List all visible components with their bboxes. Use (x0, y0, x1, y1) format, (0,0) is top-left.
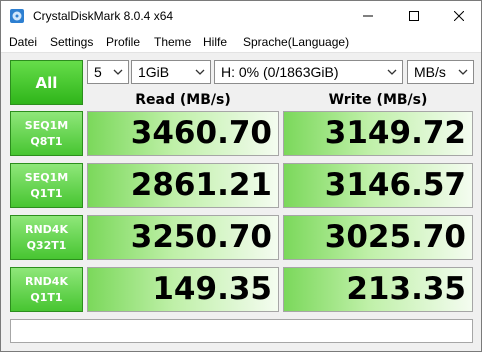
read-result-cell: 3250.70 (87, 215, 279, 260)
menu-bar: Datei Settings Profile Theme Hilfe Sprac… (1, 31, 481, 53)
read-result-cell: 149.35 (87, 267, 279, 312)
chevron-down-icon (195, 69, 205, 75)
write-result-value: 3149.72 (324, 115, 466, 151)
test-name: SEQ1M (24, 118, 69, 132)
menu-theme[interactable]: Theme (154, 35, 191, 49)
test-count-value: 5 (94, 64, 102, 80)
minimize-button[interactable] (345, 1, 391, 31)
write-result-value: 3146.57 (324, 167, 466, 203)
menu-datei[interactable]: Datei (9, 35, 37, 49)
test-params: Q8T1 (30, 134, 63, 148)
unit-select[interactable]: MB/s (407, 60, 474, 84)
write-column-header: Write (MB/s) (328, 92, 428, 108)
write-result-cell: 3025.70 (283, 215, 473, 260)
maximize-button[interactable] (391, 1, 437, 31)
chevron-down-icon (458, 69, 468, 75)
drive-value: H: 0% (0/1863GiB) (221, 64, 339, 80)
chevron-down-icon (113, 69, 123, 75)
read-result-value: 149.35 (152, 271, 272, 307)
read-result-cell: 2861.21 (87, 163, 279, 208)
app-icon (9, 8, 25, 24)
comment-field[interactable] (10, 319, 473, 343)
test-params: Q32T1 (26, 238, 67, 252)
test-params: Q1T1 (30, 290, 63, 304)
write-result-cell: 213.35 (283, 267, 473, 312)
drive-select[interactable]: H: 0% (0/1863GiB) (214, 60, 403, 84)
test-name: RND4K (25, 274, 68, 288)
write-result-value: 3025.70 (324, 219, 466, 255)
maximize-icon (409, 11, 419, 21)
read-result-value: 3460.70 (130, 115, 272, 151)
run-all-button[interactable]: All (10, 60, 83, 105)
chevron-down-icon (387, 69, 397, 75)
test-params: Q1T1 (30, 186, 63, 200)
close-icon (454, 11, 464, 21)
menu-language[interactable]: Sprache(Language) (243, 35, 349, 49)
close-button[interactable] (437, 1, 481, 31)
write-result-value: 213.35 (346, 271, 466, 307)
read-column-header: Read (MB/s) (135, 92, 231, 108)
test-seq1m-q1t1-button[interactable]: SEQ1M Q1T1 (10, 163, 83, 208)
read-result-value: 3250.70 (130, 219, 272, 255)
menu-profile[interactable]: Profile (106, 35, 140, 49)
minimize-icon (363, 15, 373, 17)
test-name: RND4K (25, 222, 68, 236)
test-seq1m-q8t1-button[interactable]: SEQ1M Q8T1 (10, 111, 83, 156)
menu-settings[interactable]: Settings (50, 35, 93, 49)
app-window: CrystalDiskMark 8.0.4 x64 Datei Settings… (0, 0, 482, 352)
window-title: CrystalDiskMark 8.0.4 x64 (33, 9, 174, 23)
test-rnd4k-q32t1-button[interactable]: RND4K Q32T1 (10, 215, 83, 260)
main-panel: All 5 1GiB H: 0% (0/1863GiB) MB/s Read (… (1, 54, 481, 351)
test-rnd4k-q1t1-button[interactable]: RND4K Q1T1 (10, 267, 83, 312)
test-size-value: 1GiB (138, 64, 170, 80)
test-count-select[interactable]: 5 (87, 60, 129, 84)
title-bar: CrystalDiskMark 8.0.4 x64 (1, 1, 481, 31)
test-size-select[interactable]: 1GiB (131, 60, 211, 84)
test-name: SEQ1M (24, 170, 69, 184)
write-result-cell: 3146.57 (283, 163, 473, 208)
menu-hilfe[interactable]: Hilfe (203, 35, 227, 49)
read-result-cell: 3460.70 (87, 111, 279, 156)
write-result-cell: 3149.72 (283, 111, 473, 156)
read-result-value: 2861.21 (130, 167, 272, 203)
unit-value: MB/s (414, 64, 446, 80)
